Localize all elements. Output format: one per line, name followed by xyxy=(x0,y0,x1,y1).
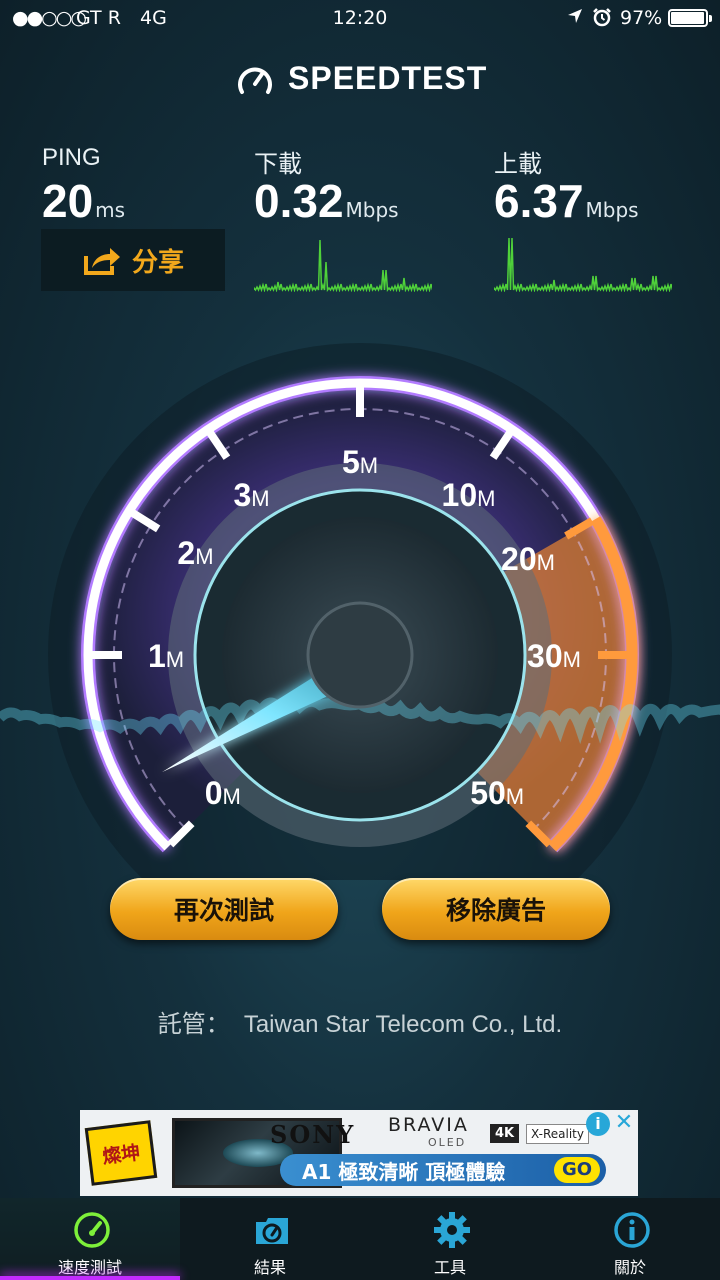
tab-tools[interactable]: 工具 xyxy=(360,1198,540,1280)
retest-button[interactable]: 再次測試 xyxy=(110,878,338,940)
download-value: 0.32 xyxy=(254,175,344,227)
ad-slogan-bar[interactable]: A1 極致清晰 頂極體驗 GO xyxy=(280,1154,606,1186)
ad-banner[interactable]: 燦坤 SONY BRAVIA OLED 4K X-Reality i ✕ A1 … xyxy=(80,1110,638,1196)
share-icon xyxy=(83,248,120,275)
battery-fill xyxy=(671,12,704,24)
upload-sparkline xyxy=(494,237,672,292)
gauge-label-unit: M xyxy=(360,453,378,478)
gauge-label-unit: M xyxy=(166,647,184,672)
gear-icon xyxy=(434,1212,470,1248)
download-sparkline xyxy=(254,239,432,292)
upload-metric: 上載 6.37 Mbps xyxy=(494,144,639,227)
gauge-label-number: 30 xyxy=(527,638,563,674)
speedometer-icon xyxy=(74,1212,110,1248)
clock: 12:20 xyxy=(332,7,388,29)
gauge-label-unit: M xyxy=(477,486,495,511)
app-title: SPEEDTEST xyxy=(288,60,488,96)
gauge-label-number: 20 xyxy=(501,541,537,577)
gauge-label-unit: M xyxy=(223,784,241,809)
trademark: ™ xyxy=(474,66,482,75)
gauge-label-number: 5 xyxy=(342,444,360,480)
host-label: 託管： xyxy=(157,1010,230,1038)
gauge-label-unit: M xyxy=(251,486,269,511)
ping-value: 20 xyxy=(42,175,94,227)
gauge-label-number: 10 xyxy=(442,477,478,513)
gauge-label-unit: M xyxy=(195,544,213,569)
location-arrow-icon xyxy=(566,7,584,30)
tab-results-label: 結果 xyxy=(253,1258,286,1277)
ad-store-logo: 燦坤 xyxy=(84,1120,158,1186)
sparkline-trace xyxy=(254,239,432,292)
ad-slogan: A1 極致清晰 頂極體驗 xyxy=(302,1159,506,1184)
tab-speed-test[interactable]: 速度測試 xyxy=(0,1198,180,1280)
ad-info-icon[interactable]: i xyxy=(586,1112,610,1136)
gauge-label-number: 50 xyxy=(470,775,506,811)
ad-sub: OLED xyxy=(428,1136,467,1149)
share-label: 分享 xyxy=(131,247,184,278)
ad-product: BRAVIA xyxy=(388,1114,469,1136)
info-icon xyxy=(614,1212,650,1248)
ad-go-button[interactable]: GO xyxy=(554,1157,600,1183)
gauge-label-number: 3 xyxy=(233,477,251,513)
gauge-label-unit: M xyxy=(563,647,581,672)
remove-ads-button[interactable]: 移除廣告 xyxy=(382,878,610,940)
battery-icon xyxy=(668,9,712,27)
status-bar: ●●○○○ GT R 4G 12:20 97% xyxy=(0,0,720,38)
gauge-label-number: 1 xyxy=(148,638,166,674)
results-icon xyxy=(256,1218,288,1244)
tab-results[interactable]: 結果 xyxy=(180,1198,360,1280)
gauge-label-unit: M xyxy=(506,784,524,809)
upload-value-row: 6.37 Mbps xyxy=(494,174,639,228)
tab-bar: 速度測試 結果 工具 關於 xyxy=(0,1198,720,1280)
host-name: Taiwan Star Telecom Co., Ltd. xyxy=(243,1011,563,1038)
speed-gauge: 0M1M2M3M5M10M20M30M50M xyxy=(0,343,720,880)
ad-brand: SONY xyxy=(270,1120,356,1149)
sparkline-trace xyxy=(494,237,672,292)
alarm-icon xyxy=(592,7,612,32)
speedometer-logo-icon xyxy=(238,67,272,94)
ad-4k-badge: 4K xyxy=(490,1124,520,1143)
gauge-label-number: 0 xyxy=(205,775,223,811)
needle-hub xyxy=(306,601,414,709)
ping-value-row: 20 ms xyxy=(42,174,125,228)
gauge-label-unit: M xyxy=(537,550,555,575)
ping-label: PING xyxy=(42,144,101,171)
share-button[interactable]: 分享 xyxy=(41,229,225,291)
tab-tools-label: 工具 xyxy=(433,1258,466,1277)
ping-metric: PING 20 ms xyxy=(42,144,125,227)
battery-percent: 97% xyxy=(620,7,663,29)
download-metric: 下載 0.32 Mbps xyxy=(254,144,399,227)
download-value-row: 0.32 Mbps xyxy=(254,174,399,228)
tab-speed-test-label: 速度測試 xyxy=(57,1258,122,1277)
upload-unit: Mbps xyxy=(585,198,639,222)
ad-close-icon[interactable]: ✕ xyxy=(612,1110,636,1136)
gauge-label-number: 2 xyxy=(177,535,195,571)
tab-about[interactable]: 關於 xyxy=(540,1198,720,1280)
ad-xreality-badge: X-Reality xyxy=(526,1124,589,1144)
download-unit: Mbps xyxy=(345,198,399,222)
tab-about-label: 關於 xyxy=(613,1258,646,1277)
upload-value: 6.37 xyxy=(494,175,584,227)
ping-unit: ms xyxy=(95,198,126,222)
host-info: 託管： Taiwan Star Telecom Co., Ltd. xyxy=(0,1004,720,1039)
